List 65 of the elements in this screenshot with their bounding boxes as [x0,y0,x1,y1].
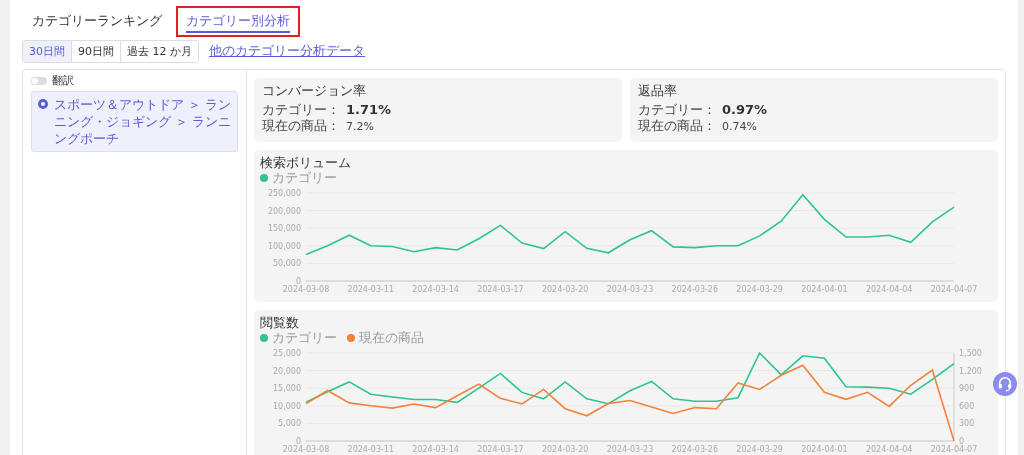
chart-title: 検索ボリューム [260,155,352,170]
legend-label: 現在の商品 [359,331,424,345]
metric-label: 現在の商品： [638,118,716,134]
period-button[interactable]: 30日間 [23,41,72,62]
y-axis-label: 15,000 [273,384,301,394]
y-axis-label: 5,000 [278,419,301,429]
translate-toggle[interactable] [31,76,47,85]
legend-label: カテゴリー [272,331,337,345]
y-axis-label: 10,000 [273,401,301,411]
y-axis-label: 0 [295,277,301,286]
chart-title: 閲覧数 [260,315,299,330]
x-axis-label: 2024-03-14 [412,445,459,454]
y-axis-label: 1,500 [959,349,982,358]
y-axis-label: 0 [295,437,301,446]
headset-icon [997,376,1013,392]
x-axis-label: 2024-03-11 [347,445,395,454]
tab[interactable]: カテゴリーランキング [22,5,172,37]
x-axis-label: 2024-03-29 [736,445,783,454]
metric-value: 1.71% [346,102,392,117]
other-analysis-link[interactable]: 他のカテゴリー分析データ [209,43,365,60]
x-axis-label: 2024-03-11 [347,285,395,294]
x-axis-label: 2024-03-26 [671,445,719,454]
y-axis-label: 0 [959,437,965,446]
x-axis-label: 2024-04-01 [801,285,848,294]
y-axis-label: 150,000 [267,224,301,234]
translate-label: 翻訳 [52,73,74,88]
x-axis-label: 2024-03-23 [606,445,654,454]
y-axis-label: 1,200 [959,366,982,376]
x-axis-label: 2024-03-20 [541,445,589,454]
metric-label: カテゴリー： [262,102,340,118]
y-axis-label: 20,000 [273,366,301,376]
x-axis-label: 2024-03-29 [736,285,783,294]
radio-button[interactable] [38,99,48,109]
x-axis-label: 2024-04-07 [930,445,978,454]
y-axis-label: 200,000 [267,206,301,216]
x-axis-label: 2024-04-04 [865,445,913,454]
x-axis-label: 2024-03-08 [282,285,330,294]
y-axis-label: 250,000 [267,189,301,198]
y-axis-label: 50,000 [273,259,301,269]
metric-label: カテゴリー： [638,102,716,118]
x-axis-label: 2024-03-14 [412,285,459,294]
metric-value: 0.97% [722,102,768,117]
y-axis-label: 300 [959,419,975,429]
y-axis-label: 100,000 [267,241,301,251]
tab[interactable]: カテゴリー別分析 [176,5,300,37]
y-axis-label: 900 [959,384,975,394]
metric-value: 7.2% [346,120,374,133]
legend-label: カテゴリー [272,171,337,185]
metric-value: 0.74% [722,120,757,133]
x-axis-label: 2024-04-01 [801,445,848,454]
metric-title: 返品率 [638,83,678,100]
x-axis-label: 2024-03-08 [282,445,330,454]
y-axis-label: 25,000 [273,349,301,358]
x-axis-label: 2024-03-20 [541,285,589,294]
metric-label: 現在の商品： [262,118,340,134]
x-axis-label: 2024-03-23 [606,285,654,294]
y-axis-label: 600 [959,401,975,411]
x-axis-label: 2024-03-17 [477,285,524,294]
x-axis-label: 2024-04-07 [930,285,978,294]
x-axis-label: 2024-03-17 [477,445,524,454]
metric-title: コンバージョン率 [262,83,367,100]
x-axis-label: 2024-03-26 [671,285,719,294]
category-option[interactable]: スポーツ＆アウトドア ＞ ランニング・ジョギング ＞ ランニングポーチ [31,91,238,152]
x-axis-label: 2024-04-04 [865,285,913,294]
category-path: スポーツ＆アウトドア ＞ ランニング・ジョギング ＞ ランニングポーチ [54,96,232,147]
